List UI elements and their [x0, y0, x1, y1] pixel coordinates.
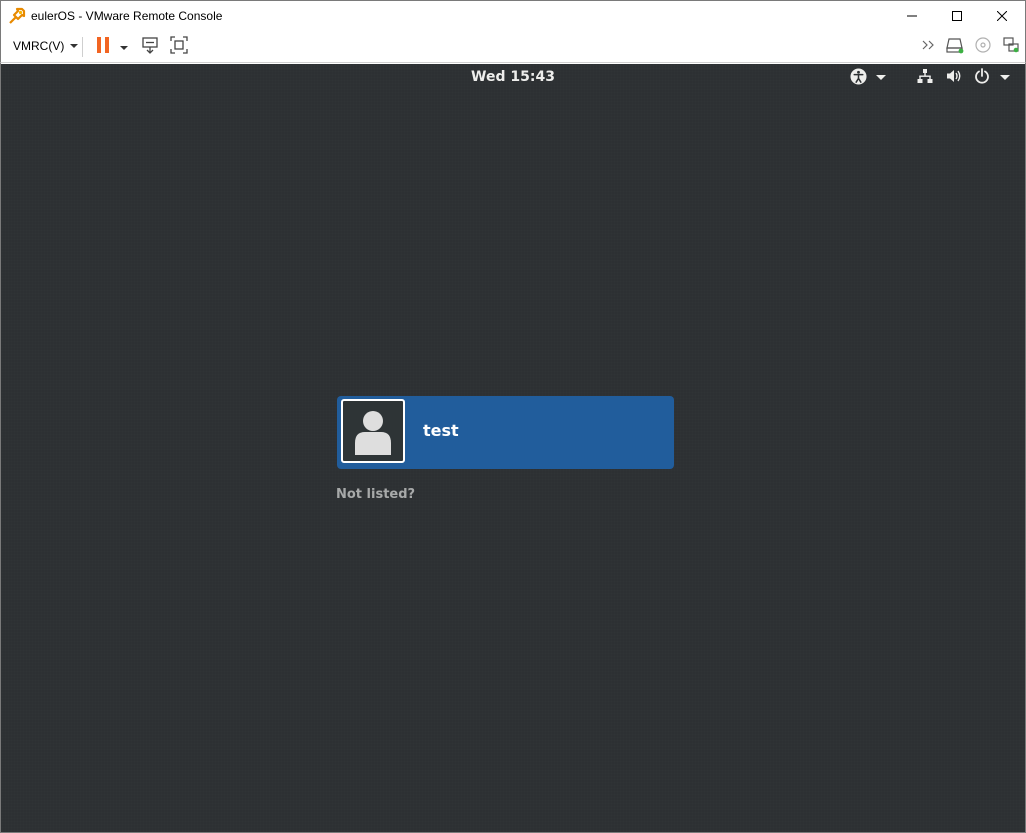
user-avatar-icon: [343, 411, 403, 461]
volume-status[interactable]: [945, 68, 963, 89]
power-icon: [974, 68, 990, 89]
user-list-item[interactable]: test: [337, 396, 674, 469]
send-ctrl-alt-del-button[interactable]: [139, 36, 161, 58]
usb-icon: [1002, 36, 1020, 59]
pause-icon: [96, 36, 110, 59]
network-icon: [917, 68, 933, 89]
not-listed-link[interactable]: Not listed?: [336, 487, 415, 502]
volume-icon: [946, 68, 963, 89]
vmrc-toolbar: VMRC(V): [0, 31, 1026, 63]
vmrc-menu[interactable]: VMRC(V): [13, 39, 79, 53]
vmrc-menu-label: VMRC(V): [13, 39, 65, 53]
power-menu[interactable]: [973, 68, 991, 89]
maximize-button[interactable]: [934, 1, 980, 31]
close-button[interactable]: [979, 1, 1025, 31]
chevron-down-icon: [1000, 75, 1010, 80]
pause-button[interactable]: [95, 36, 111, 58]
system-menu-dropdown[interactable]: [1000, 75, 1010, 80]
clock[interactable]: Wed 15:43: [1, 69, 1025, 85]
network-status[interactable]: [916, 68, 934, 89]
send-ctrl-alt-del-icon: [140, 35, 160, 60]
accessibility-dropdown[interactable]: [876, 75, 886, 80]
power-options-dropdown[interactable]: [118, 36, 130, 58]
removable-devices-icon: [945, 36, 965, 59]
cd-icon: [974, 36, 992, 59]
close-icon: [997, 11, 1007, 21]
removable-devices-button[interactable]: [944, 36, 966, 58]
more-icon: [921, 38, 937, 56]
window-title: eulerOS - VMware Remote Console: [31, 9, 223, 23]
minimize-button[interactable]: [889, 1, 935, 31]
title-bar[interactable]: eulerOS - VMware Remote Console: [0, 0, 1026, 31]
cd-drive-button[interactable]: [972, 36, 994, 58]
vmware-icon[interactable]: [8, 7, 26, 25]
vm-console-screen[interactable]: Wed 15:43 test Not listed?: [1, 64, 1025, 832]
fullscreen-button[interactable]: [168, 35, 190, 60]
chevron-down-icon: [119, 38, 129, 56]
fullscreen-icon: [169, 35, 189, 60]
gnome-top-bar: Wed 15:43: [1, 64, 1025, 90]
more-button[interactable]: [919, 36, 939, 58]
accessibility-menu[interactable]: [849, 68, 867, 90]
avatar: [341, 399, 405, 463]
user-name: test: [423, 421, 459, 440]
minimize-icon: [907, 11, 917, 21]
chevron-down-icon: [70, 44, 79, 48]
chevron-down-icon: [876, 75, 886, 80]
maximize-icon: [952, 11, 962, 21]
accessibility-icon: [849, 68, 867, 90]
usb-device-button[interactable]: [1000, 36, 1022, 58]
toolbar-divider: [82, 37, 83, 57]
